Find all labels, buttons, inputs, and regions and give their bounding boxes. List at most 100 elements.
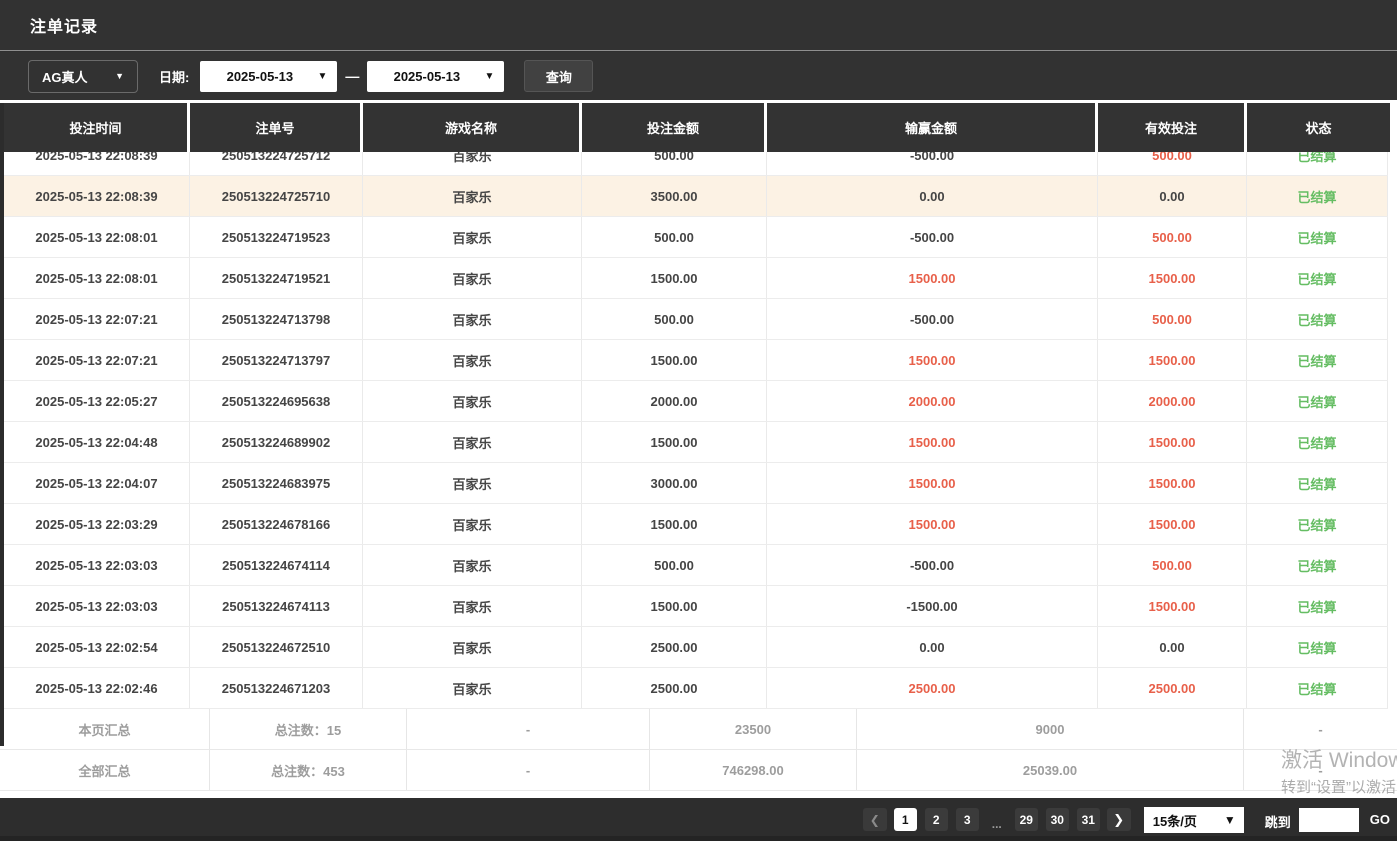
table-row[interactable]: 2025-05-13 22:03:03250513224674113百家乐150… <box>4 586 1388 627</box>
date-from-value: 2025-05-13 <box>227 69 294 84</box>
cell-bet-time: 2025-05-13 22:04:48 <box>4 422 190 462</box>
cell-valid-bet: 2000.00 <box>1098 381 1247 421</box>
cell-valid-bet: 500.00 <box>1098 152 1247 175</box>
next-page-button[interactable]: ❯ <box>1107 808 1131 831</box>
table-row[interactable]: 2025-05-13 22:07:21250513224713797百家乐150… <box>4 340 1388 381</box>
cell-game-name: 百家乐 <box>363 217 582 257</box>
date-range-separator: — <box>345 68 359 84</box>
cell-status: 已结算 <box>1247 176 1388 216</box>
cell-win-loss: 1500.00 <box>767 504 1098 544</box>
table-row[interactable]: 2025-05-13 22:02:54250513224672510百家乐250… <box>4 627 1388 668</box>
cell-game-name: 百家乐 <box>363 176 582 216</box>
summary-label: 全部汇总 <box>0 750 210 790</box>
cell-bet-number: 250513224725712 <box>190 152 363 175</box>
cell-bet-time: 2025-05-13 22:03:29 <box>4 504 190 544</box>
prev-page-button[interactable]: ❮ <box>863 808 887 831</box>
cell-status: 已结算 <box>1247 340 1388 380</box>
cell-win-loss: 0.00 <box>767 627 1098 667</box>
table-row[interactable]: 2025-05-13 22:08:01250513224719523百家乐500… <box>4 217 1388 258</box>
table-row[interactable]: 2025-05-13 22:03:29250513224678166百家乐150… <box>4 504 1388 545</box>
cell-status: 已结算 <box>1247 217 1388 257</box>
table-row[interactable]: 2025-05-13 22:05:27250513224695638百家乐200… <box>4 381 1388 422</box>
cell-bet-number: 250513224674114 <box>190 545 363 585</box>
column-header-2: 注单号 <box>190 103 363 152</box>
cell-bet-number: 250513224713798 <box>190 299 363 339</box>
page-button-31[interactable]: 31 <box>1077 808 1100 831</box>
table-row[interactable]: 2025-05-13 22:04:07250513224683975百家乐300… <box>4 463 1388 504</box>
game-type-select[interactable]: AG真人 ▼ <box>28 60 138 93</box>
summary-count: 总注数：15 <box>210 709 407 749</box>
table-body: 2025-05-13 22:08:39250513224725712百家乐500… <box>4 152 1388 709</box>
cell-bet-number: 250513224725710 <box>190 176 363 216</box>
table-row[interactable]: 2025-05-13 22:03:03250513224674114百家乐500… <box>4 545 1388 586</box>
cell-status: 已结算 <box>1247 504 1388 544</box>
chevron-right-icon: ❯ <box>1113 812 1124 828</box>
table-row[interactable]: 2025-05-13 22:08:39250513224725710百家乐350… <box>4 176 1388 217</box>
page-button-2[interactable]: 2 <box>925 808 948 831</box>
title-bar: 注单记录 <box>0 0 1397 51</box>
summary-row: 本页汇总总注数：15-235009000- <box>0 709 1397 750</box>
table-row[interactable]: 2025-05-13 22:07:21250513224713798百家乐500… <box>4 299 1388 340</box>
summary-bet_total: 746298.00 <box>650 750 857 790</box>
cell-win-loss: 2000.00 <box>767 381 1098 421</box>
summary-game: - <box>407 709 650 749</box>
page-button-30[interactable]: 30 <box>1046 808 1069 831</box>
cell-status: 已结算 <box>1247 545 1388 585</box>
table-body-viewport[interactable]: 2025-05-13 22:08:39250513224725712百家乐500… <box>4 152 1388 709</box>
table-row[interactable]: 2025-05-13 22:02:46250513224671203百家乐250… <box>4 668 1388 709</box>
jump-to-label: 跳到 <box>1265 812 1291 831</box>
query-button[interactable]: 查询 <box>524 60 593 92</box>
summary-count: 总注数：453 <box>210 750 407 790</box>
cell-win-loss: 1500.00 <box>767 258 1098 298</box>
cell-win-loss: -500.00 <box>767 152 1098 175</box>
bottom-edge <box>0 836 1397 841</box>
page-button-3[interactable]: 3 <box>956 808 979 831</box>
chevron-down-icon: ▼ <box>484 71 494 82</box>
date-to-picker[interactable]: 2025-05-13 ▼ <box>367 61 504 92</box>
table-row[interactable]: 2025-05-13 22:08:39250513224725712百家乐500… <box>4 152 1388 176</box>
page-size-value: 15条/页 <box>1153 811 1197 830</box>
cell-win-loss: -500.00 <box>767 299 1098 339</box>
date-label: 日期: <box>159 67 189 86</box>
chevron-left-icon: ❮ <box>870 813 880 827</box>
cell-status: 已结算 <box>1247 299 1388 339</box>
date-to-value: 2025-05-13 <box>394 69 461 84</box>
page-size-select[interactable]: 15条/页 ▼ <box>1144 807 1244 833</box>
chevron-down-icon: ▼ <box>115 71 124 81</box>
cell-win-loss: 2500.00 <box>767 668 1098 708</box>
cell-bet-amount: 2000.00 <box>582 381 767 421</box>
cell-game-name: 百家乐 <box>363 299 582 339</box>
column-header-3: 游戏名称 <box>363 103 582 152</box>
table-row[interactable]: 2025-05-13 22:08:01250513224719521百家乐150… <box>4 258 1388 299</box>
cell-bet-amount: 3500.00 <box>582 176 767 216</box>
cell-status: 已结算 <box>1247 463 1388 503</box>
go-button[interactable]: GO <box>1370 812 1390 827</box>
cell-bet-amount: 1500.00 <box>582 258 767 298</box>
cell-bet-time: 2025-05-13 22:08:39 <box>4 152 190 175</box>
cell-bet-amount: 1500.00 <box>582 422 767 462</box>
cell-bet-number: 250513224674113 <box>190 586 363 626</box>
cell-bet-number: 250513224719523 <box>190 217 363 257</box>
date-from-picker[interactable]: 2025-05-13 ▼ <box>200 61 337 92</box>
jump-page-input[interactable] <box>1299 808 1359 832</box>
cell-bet-time: 2025-05-13 22:07:21 <box>4 340 190 380</box>
page-list: 123...293031 <box>890 808 1104 831</box>
cell-game-name: 百家乐 <box>363 504 582 544</box>
page-button-1[interactable]: 1 <box>894 808 917 831</box>
table-row[interactable]: 2025-05-13 22:04:48250513224689902百家乐150… <box>4 422 1388 463</box>
cell-bet-amount: 3000.00 <box>582 463 767 503</box>
cell-status: 已结算 <box>1247 152 1388 175</box>
cell-valid-bet: 500.00 <box>1098 217 1247 257</box>
cell-bet-time: 2025-05-13 22:03:03 <box>4 545 190 585</box>
column-header-5: 输赢金额 <box>767 103 1098 152</box>
cell-bet-time: 2025-05-13 22:08:01 <box>4 258 190 298</box>
page-title: 注单记录 <box>30 13 98 37</box>
page-button-29[interactable]: 29 <box>1015 808 1038 831</box>
cell-valid-bet: 1500.00 <box>1098 258 1247 298</box>
chevron-down-icon: ▼ <box>1224 813 1236 827</box>
cell-bet-number: 250513224713797 <box>190 340 363 380</box>
cell-game-name: 百家乐 <box>363 258 582 298</box>
cell-bet-time: 2025-05-13 22:08:39 <box>4 176 190 216</box>
cell-bet-number: 250513224671203 <box>190 668 363 708</box>
summary-bet_total: 23500 <box>650 709 857 749</box>
